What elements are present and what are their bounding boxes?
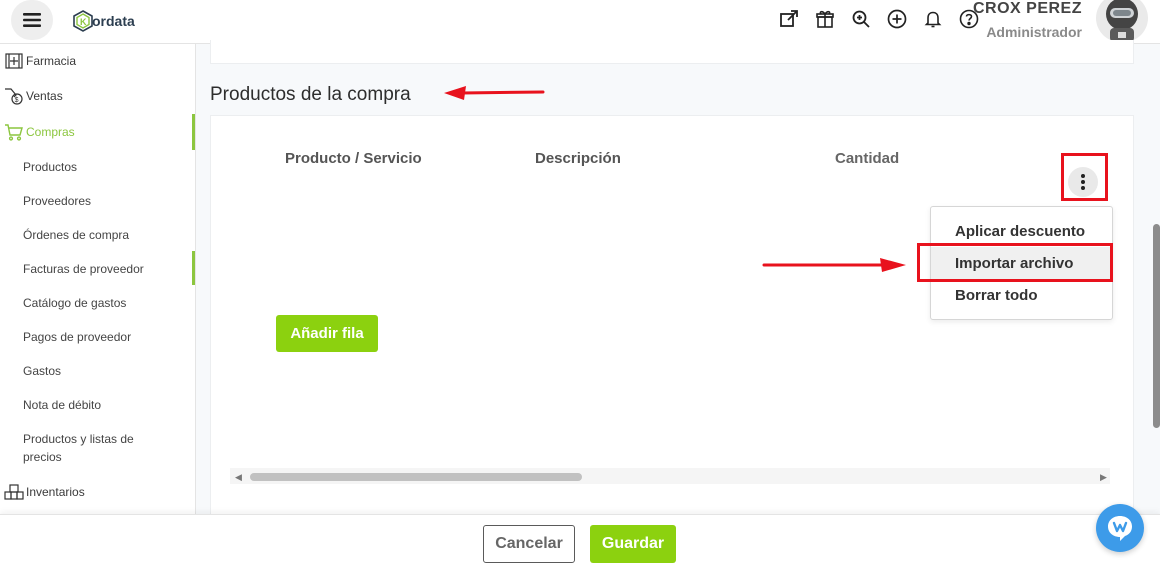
logo-hexagon-icon: K: [73, 10, 93, 32]
search-zoom-button[interactable]: [848, 6, 874, 32]
vertical-scrollbar[interactable]: [1153, 224, 1160, 428]
sidebar: Farmacia $ Ventas Compras Productos Prov…: [0, 44, 196, 514]
annotation-arrow-importar: [762, 258, 906, 272]
robot-avatar-icon: [1106, 0, 1138, 42]
main-content: Productos de la compra Producto / Servic…: [196, 40, 1160, 525]
sidebar-subitem-pagos-proveedor[interactable]: Pagos de proveedor: [23, 328, 131, 346]
sidebar-subitem-productos-listas-precios[interactable]: Productos y listas de precios: [23, 430, 153, 466]
hamburger-menu-button[interactable]: [11, 0, 53, 40]
brand-logo[interactable]: K ordata: [72, 10, 135, 32]
sidebar-subitem-nota-debito[interactable]: Nota de débito: [23, 396, 101, 414]
column-header-descripcion: Descripción: [535, 150, 621, 167]
page-title: Productos de la compra: [210, 84, 411, 105]
sidebar-item-label: Inventarios: [26, 485, 85, 499]
cart-icon: [3, 123, 25, 141]
menu-item-borrar-todo[interactable]: Borrar todo: [931, 279, 1112, 311]
external-link-button[interactable]: [776, 6, 802, 32]
pharmacy-icon: [3, 52, 25, 70]
sidebar-item-label: Ventas: [26, 89, 63, 103]
scroll-right-arrow-icon[interactable]: ▶: [1100, 472, 1107, 483]
svg-text:$: $: [15, 97, 19, 104]
top-bar: K ordata CROX PEREZ Administrador: [0, 0, 1160, 44]
sidebar-subitem-productos[interactable]: Productos: [23, 158, 77, 176]
scroll-left-arrow-icon[interactable]: ◀: [235, 472, 242, 483]
sidebar-subitem-proveedores[interactable]: Proveedores: [23, 192, 91, 210]
chat-icon: [1108, 516, 1132, 541]
sidebar-item-farmacia[interactable]: Farmacia: [0, 52, 196, 70]
add-circle-icon: [887, 9, 907, 29]
sidebar-item-label: Compras: [26, 125, 75, 139]
bell-icon: [924, 11, 942, 28]
horizontal-scrollbar-thumb[interactable]: [250, 473, 582, 481]
gift-icon: [816, 10, 834, 28]
add-row-button[interactable]: Añadir fila: [276, 315, 378, 352]
add-circle-button[interactable]: [884, 6, 910, 32]
user-role: Administrador: [986, 24, 1082, 40]
search-zoom-icon: [852, 10, 870, 28]
hamburger-icon: [23, 13, 41, 27]
column-header-producto: Producto / Servicio: [285, 150, 422, 167]
previous-card: [210, 40, 1134, 64]
annotation-box-importar: [917, 243, 1113, 282]
brand-name: ordata: [92, 13, 135, 29]
sidebar-item-compras[interactable]: Compras: [0, 123, 196, 141]
warehouse-icon: [3, 483, 25, 501]
sidebar-item-inventarios[interactable]: Inventarios: [0, 483, 196, 501]
sidebar-subitem-facturas-proveedor[interactable]: Facturas de proveedor: [23, 260, 144, 278]
active-indicator: [192, 114, 195, 150]
header-toolbar: [776, 6, 992, 32]
column-header-cantidad: Cantidad: [835, 150, 900, 167]
sidebar-subitem-catalogo-gastos[interactable]: Catálogo de gastos: [23, 294, 126, 312]
external-link-icon: [780, 10, 798, 27]
sidebar-item-ventas[interactable]: $ Ventas: [0, 87, 196, 105]
sales-tag-icon: $: [3, 87, 25, 105]
user-name[interactable]: CROX PEREZ: [962, 0, 1082, 18]
cancel-button[interactable]: Cancelar: [483, 525, 575, 563]
sidebar-subitem-gastos[interactable]: Gastos: [23, 362, 61, 380]
chat-widget-button[interactable]: [1096, 504, 1144, 552]
avatar[interactable]: [1096, 0, 1148, 42]
gift-button[interactable]: [812, 6, 838, 32]
save-button[interactable]: Guardar: [590, 525, 676, 563]
sidebar-item-label: Farmacia: [26, 54, 77, 68]
sidebar-subitem-ordenes-compra[interactable]: Órdenes de compra: [23, 226, 129, 244]
annotation-box-kebab: [1061, 153, 1108, 201]
svg-text:K: K: [80, 17, 87, 27]
notifications-button[interactable]: [920, 6, 946, 32]
active-subitem-indicator: [192, 251, 195, 285]
footer-bar: Cancelar Guardar: [0, 514, 1160, 565]
annotation-arrow-title: [444, 86, 545, 100]
